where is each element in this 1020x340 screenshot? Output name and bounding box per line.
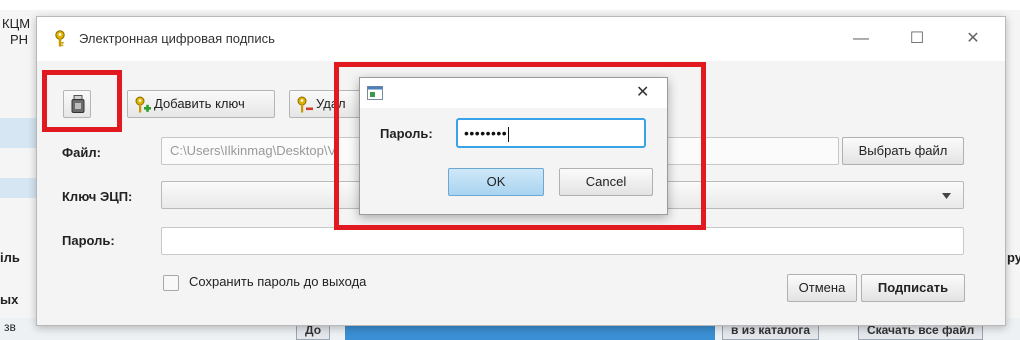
cancel-button[interactable]: Отмена bbox=[787, 274, 857, 302]
minimize-button[interactable]: — bbox=[847, 27, 875, 51]
dialog-password-label: Пароль: bbox=[380, 126, 433, 141]
dialog-close-button[interactable]: ✕ bbox=[636, 82, 649, 102]
dialog-password-value: •••••••• bbox=[464, 125, 508, 141]
password-label: Пароль: bbox=[62, 233, 115, 248]
usb-token-button[interactable] bbox=[63, 90, 91, 118]
sign-button[interactable]: Подписать bbox=[861, 274, 965, 302]
delete-key-label: Удал bbox=[316, 96, 346, 111]
add-key-icon bbox=[135, 96, 151, 113]
save-password-label: Сохранить пароль до выхода bbox=[189, 274, 367, 289]
password-dialog: ✕ Пароль: •••••••• OK Cancel bbox=[359, 77, 668, 215]
ok-button[interactable]: OK bbox=[448, 168, 544, 196]
background-band bbox=[0, 118, 40, 148]
add-key-label: Добавить ключ bbox=[154, 96, 245, 111]
chevron-down-icon bbox=[942, 193, 951, 199]
dialog-titlebar: ✕ bbox=[360, 78, 667, 108]
close-button[interactable]: ✕ bbox=[959, 27, 987, 51]
file-label: Файл: bbox=[62, 145, 101, 160]
key-icon bbox=[55, 30, 65, 47]
choose-file-button[interactable]: Выбрать файл bbox=[842, 137, 964, 165]
usb-drive-icon bbox=[71, 95, 85, 113]
background-band bbox=[0, 178, 40, 198]
password-field[interactable] bbox=[161, 227, 964, 255]
delete-key-icon bbox=[297, 96, 313, 113]
file-path-value: C:\Users\Ilkinmag\Desktop\ bbox=[170, 143, 328, 158]
save-password-checkbox[interactable] bbox=[163, 275, 179, 291]
file-path-suffix: V bbox=[327, 143, 337, 158]
background-label: ру bbox=[1007, 250, 1020, 265]
window-titlebar: Электронная цифровая подпись — ☐ ✕ bbox=[37, 17, 1005, 61]
dialog-cancel-button[interactable]: Cancel bbox=[559, 168, 653, 196]
background-topline bbox=[0, 0, 1020, 10]
background-label: КЦМ bbox=[2, 16, 31, 31]
window-title: Электронная цифровая подпись bbox=[79, 31, 275, 46]
app-window-icon bbox=[367, 86, 383, 100]
dialog-password-input[interactable]: •••••••• bbox=[456, 118, 646, 148]
background-label: ых bbox=[0, 292, 19, 307]
text-cursor bbox=[508, 126, 510, 142]
maximize-button[interactable]: ☐ bbox=[903, 27, 931, 51]
key-label: Ключ ЭЦП: bbox=[62, 189, 133, 204]
background-label: іль bbox=[0, 250, 20, 265]
background-label: зв bbox=[4, 320, 16, 334]
add-key-button[interactable]: Добавить ключ bbox=[127, 90, 275, 118]
background-label: РН bbox=[10, 32, 29, 47]
